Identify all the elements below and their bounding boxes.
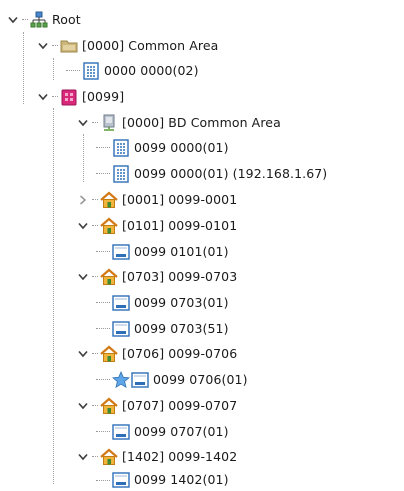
- chevron-down-icon[interactable]: [76, 116, 90, 130]
- screen-device-icon: [131, 371, 149, 389]
- device-tree: Root [0000] Common Area 0000 0000(02) [0…: [0, 0, 404, 491]
- tree-guide-line: [83, 134, 84, 182]
- tree-node-root[interactable]: Root: [6, 7, 81, 32]
- tree-node-unit-0001[interactable]: [0001] 0099-0001: [76, 187, 237, 212]
- tree-node-label: 0099 1402(01): [134, 472, 229, 487]
- tree-node-label: [0000] Common Area: [82, 37, 219, 53]
- house-icon: [100, 397, 118, 415]
- tree-node-unit-0707[interactable]: [0707] 0099-0707: [76, 393, 237, 418]
- tree-node-device[interactable]: 0099 0101(01): [96, 239, 229, 264]
- house-icon: [100, 191, 118, 209]
- tree-node-label: [0099]: [82, 88, 125, 104]
- tree-node-device[interactable]: 0099 0707(01): [96, 419, 229, 444]
- house-icon: [100, 448, 118, 466]
- folder-icon: [60, 37, 78, 55]
- tree-node-label: [0703] 0099-0703: [122, 268, 238, 284]
- chevron-down-icon[interactable]: [6, 13, 20, 27]
- list-device-icon: [112, 164, 130, 183]
- network-icon: [30, 11, 48, 29]
- chevron-down-icon[interactable]: [76, 399, 90, 413]
- tree-node-unit-0703[interactable]: [0703] 0099-0703: [76, 264, 237, 289]
- tree-node-device[interactable]: 0099 0703(01): [96, 290, 229, 315]
- tree-node-label: [0101] 0099-0101: [122, 217, 238, 233]
- tree-node-label: [0706] 0099-0706: [122, 345, 238, 361]
- house-icon: [100, 268, 118, 286]
- screen-device-icon: [112, 294, 130, 312]
- building-icon: [60, 88, 78, 106]
- tree-node-label: 0099 0707(01): [134, 423, 229, 439]
- chevron-down-icon[interactable]: [76, 347, 90, 361]
- list-device-icon: [112, 138, 130, 157]
- chevron-down-icon[interactable]: [76, 219, 90, 233]
- tree-node-label: Root: [52, 11, 81, 27]
- tree-guide-line: [53, 58, 54, 80]
- tree-node-device[interactable]: 0000 0000(02): [66, 58, 199, 83]
- tree-node-device[interactable]: 0099 1402(01): [96, 469, 229, 491]
- chevron-down-icon[interactable]: [36, 39, 50, 53]
- tree-node-label: 0099 0703(01): [134, 294, 229, 310]
- tree-node-label: 0099 0706(01): [153, 371, 248, 387]
- list-device-icon: [82, 61, 100, 80]
- tree-guide-line: [23, 32, 24, 104]
- tree-node-device[interactable]: 0099 0706(01): [96, 367, 248, 392]
- tree-node-label: [1402] 0099-1402: [122, 448, 238, 464]
- chevron-right-icon[interactable]: [76, 193, 90, 207]
- chevron-down-icon[interactable]: [36, 90, 50, 104]
- house-icon: [100, 345, 118, 363]
- tree-node-common-area[interactable]: [0000] Common Area: [36, 33, 218, 58]
- tree-node-label: 0099 0000(01): [134, 139, 229, 155]
- tree-node-label: 0099 0703(51): [134, 320, 229, 336]
- screen-device-icon: [112, 320, 130, 338]
- tree-node-label: 0099 0000(01) (192.168.1.67): [134, 165, 328, 181]
- tree-node-unit-0101[interactable]: [0101] 0099-0101: [76, 213, 237, 238]
- star-icon: [112, 370, 130, 389]
- tree-node-device[interactable]: 0099 0000(01) (192.168.1.67): [96, 161, 327, 186]
- tree-node-label: [0000] BD Common Area: [122, 114, 281, 130]
- tree-node-label: [0707] 0099-0707: [122, 397, 238, 413]
- screen-device-icon: [112, 423, 130, 441]
- chevron-down-icon[interactable]: [76, 450, 90, 464]
- server-icon: [100, 114, 118, 132]
- screen-device-icon: [112, 471, 130, 489]
- screen-device-icon: [112, 243, 130, 261]
- chevron-down-icon[interactable]: [76, 270, 90, 284]
- tree-node-device[interactable]: 0099 0703(51): [96, 316, 229, 341]
- tree-node-label: [0001] 0099-0001: [122, 191, 238, 207]
- tree-node-label: 0099 0101(01): [134, 243, 229, 259]
- tree-node-device[interactable]: 0099 0000(01): [96, 135, 229, 160]
- tree-node-building-0099[interactable]: [0099]: [36, 84, 124, 109]
- tree-node-bd-common-area[interactable]: [0000] BD Common Area: [76, 110, 281, 135]
- tree-guide-line: [53, 108, 54, 484]
- house-icon: [100, 217, 118, 235]
- tree-node-label: 0000 0000(02): [104, 62, 199, 78]
- tree-node-unit-1402[interactable]: [1402] 0099-1402: [76, 444, 237, 469]
- tree-node-unit-0706[interactable]: [0706] 0099-0706: [76, 341, 237, 366]
